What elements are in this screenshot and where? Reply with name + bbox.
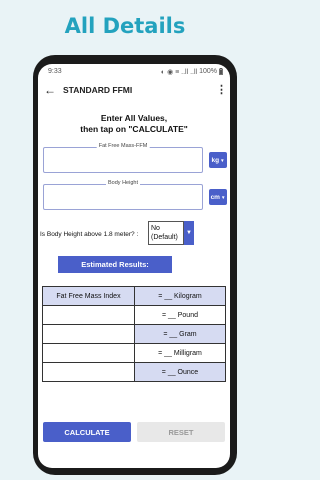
table-row: = __ Milligram — [42, 343, 226, 363]
result-value: = __ Pound — [134, 305, 226, 325]
back-arrow-icon[interactable]: ← — [44, 83, 60, 97]
result-value: = __ Milligram — [134, 343, 226, 363]
select-value-line1: No — [151, 225, 160, 232]
height-question-select[interactable]: No (Default) — [148, 221, 184, 245]
chevron-down-icon: ▼ — [220, 157, 225, 163]
status-icons: ◐ ◉ ≡ ..ll ..ll 100% — [161, 68, 223, 76]
result-value: = __ Gram — [134, 324, 226, 344]
result-value: = __ Kilogram — [134, 286, 226, 306]
calculate-button[interactable]: CALCULATE — [43, 422, 131, 442]
table-row: Fat Free Mass Index = __ Kilogram — [42, 286, 226, 306]
height-question-row: Is Body Height above 1.8 meter? : No (De… — [38, 221, 230, 247]
height-unit-dropdown[interactable]: cm ▼ — [209, 189, 227, 205]
result-label — [42, 362, 135, 382]
status-time: 9:33 — [48, 68, 62, 75]
action-buttons: CALCULATE RESET — [43, 422, 225, 444]
chevron-down-icon: ▼ — [220, 194, 226, 200]
signal-icons: ◐ ◉ ≡ ..ll ..ll — [160, 68, 198, 76]
result-label — [42, 343, 135, 363]
height-unit-label: cm — [210, 193, 220, 201]
result-label: Fat Free Mass Index — [42, 286, 135, 306]
results-header: Estimated Results: — [58, 256, 172, 273]
table-row: = __ Ounce — [42, 362, 226, 382]
app-title: STANDARD FFMI — [63, 85, 133, 95]
status-bar: 9:33 ◐ ◉ ≡ ..ll ..ll 100% — [38, 64, 230, 79]
table-row: = __ Pound — [42, 305, 226, 325]
ffm-unit-label: kg — [211, 156, 220, 164]
ffm-input[interactable]: Fat Free Mass-FFM — [43, 143, 203, 173]
ffm-unit-dropdown[interactable]: kg ▼ — [209, 152, 227, 168]
height-field-row: Body Height cm ▼ — [38, 180, 230, 212]
battery-level: 100% — [199, 68, 217, 75]
select-value-line2: (Default) — [151, 234, 178, 241]
battery-icon — [219, 68, 223, 75]
ffm-field-row: Fat Free Mass-FFM kg ▼ — [38, 143, 230, 175]
select-chevron-down-icon[interactable]: ▼ — [184, 221, 194, 245]
instructions-line2: then tap on "CALCULATE" — [80, 124, 188, 134]
result-label — [42, 324, 135, 344]
promo-headline: All Details — [64, 14, 186, 38]
height-question: Is Body Height above 1.8 meter? : — [40, 231, 139, 238]
height-label: Body Height — [106, 180, 140, 186]
table-row: = __ Gram — [42, 324, 226, 344]
app-bar: ← STANDARD FFMI ⋮ — [38, 79, 230, 101]
results-table: Fat Free Mass Index = __ Kilogram = __ P… — [42, 286, 226, 382]
ffm-label: Fat Free Mass-FFM — [96, 143, 150, 149]
phone-screen: 9:33 ◐ ◉ ≡ ..ll ..ll 100% ← STANDARD FFM… — [38, 64, 230, 468]
overflow-menu-icon[interactable]: ⋮ — [216, 85, 227, 96]
height-input[interactable]: Body Height — [43, 180, 203, 210]
result-value: = __ Ounce — [134, 362, 226, 382]
instructions: Enter All Values, then tap on "CALCULATE… — [38, 113, 230, 135]
reset-button[interactable]: RESET — [137, 422, 225, 442]
result-label — [42, 305, 135, 325]
instructions-line1: Enter All Values, — [100, 113, 168, 123]
